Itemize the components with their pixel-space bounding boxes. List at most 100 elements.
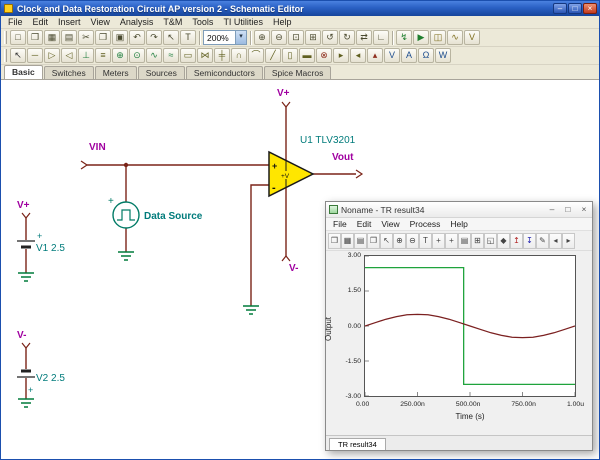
zoom-out-icon[interactable]: ⊖ [406, 233, 419, 249]
run-icon[interactable]: ▶ [413, 30, 429, 45]
zoom-in-icon[interactable]: ⊕ [254, 30, 270, 45]
resistor-icon[interactable]: ▭ [180, 48, 196, 63]
plot-window-control-icon-[interactable]: □ [560, 203, 576, 217]
plot-menu-help[interactable]: Help [445, 219, 472, 229]
v2-rail-label[interactable]: V- [17, 330, 26, 341]
spin-right-icon[interactable]: ▸ [562, 233, 575, 249]
pointer-icon[interactable]: ↖ [380, 233, 393, 249]
led-icon[interactable]: ▴ [367, 48, 383, 63]
menu-help[interactable]: Help [268, 17, 297, 27]
tab-switches[interactable]: Switches [44, 66, 94, 79]
relay-icon[interactable]: ▯ [282, 48, 298, 63]
window-control-icon-[interactable]: – [553, 3, 567, 14]
menu-tm[interactable]: T&M [158, 17, 187, 27]
open-file-icon[interactable]: ❒ [27, 30, 43, 45]
zoom-all-icon[interactable]: ⊡ [288, 30, 304, 45]
marker-icon[interactable]: ◆ [497, 233, 510, 249]
print-icon[interactable]: ▤ [61, 30, 77, 45]
voltage-generator-icon[interactable]: ∿ [146, 48, 162, 63]
multimeter-icon[interactable]: V [464, 30, 480, 45]
menu-view[interactable]: View [86, 17, 115, 27]
ohmmeter-icon[interactable]: Ω [418, 48, 434, 63]
rotate-right-icon[interactable]: ↻ [339, 30, 355, 45]
v1-rail-label[interactable]: V+ [17, 200, 30, 211]
chevron-down-icon[interactable]: ▾ [235, 31, 246, 44]
plot-menu-file[interactable]: File [328, 219, 352, 229]
wire-tool-icon[interactable]: ∟ [373, 30, 389, 45]
inductor-icon[interactable]: ∩ [231, 48, 247, 63]
fuse-icon[interactable]: ▬ [299, 48, 315, 63]
diode-icon[interactable]: ▸ [333, 48, 349, 63]
menu-file[interactable]: File [3, 17, 28, 27]
undo-icon[interactable]: ↶ [129, 30, 145, 45]
window-control-icon-[interactable]: × [583, 3, 597, 14]
input-pin-icon[interactable]: ▷ [44, 48, 60, 63]
vout-label[interactable]: Vout [332, 152, 354, 163]
zoom-out-icon[interactable]: ⊖ [271, 30, 287, 45]
arrow-up-icon[interactable]: ↥ [510, 233, 523, 249]
titlebar[interactable]: Clock and Data Restoration Circuit AP ve… [1, 1, 599, 16]
v1-value-label[interactable]: V1 2.5 [36, 243, 65, 254]
oscilloscope-icon[interactable]: ◫ [430, 30, 446, 45]
voltmeter-icon[interactable]: V [384, 48, 400, 63]
paste-icon[interactable]: ▣ [112, 30, 128, 45]
vin-label[interactable]: VIN [89, 142, 106, 153]
legend-icon[interactable]: ▤ [458, 233, 471, 249]
current-generator-icon[interactable]: ≈ [163, 48, 179, 63]
select-cursor-icon[interactable]: ↖ [163, 30, 179, 45]
zener-icon[interactable]: ◂ [350, 48, 366, 63]
wires[interactable] [26, 107, 356, 399]
output-pin-icon[interactable]: ◁ [61, 48, 77, 63]
rotate-left-icon[interactable]: ↺ [322, 30, 338, 45]
result-tab[interactable]: TR result34 [329, 438, 386, 450]
cut-icon[interactable]: ✂ [78, 30, 94, 45]
zoom-combo[interactable]: 200% ▾ [203, 30, 247, 45]
signal-analyzer-icon[interactable]: ∿ [447, 30, 463, 45]
battery-icon[interactable]: ≡ [95, 48, 111, 63]
opamp-symbol[interactable]: + - +V [269, 152, 313, 196]
data-source-symbol[interactable]: + [108, 196, 139, 228]
tab-basic[interactable]: Basic [4, 65, 43, 79]
plot-window-control-icon-[interactable]: – [544, 203, 560, 217]
axes-icon[interactable]: ⊞ [471, 233, 484, 249]
menu-tools[interactable]: Tools [187, 17, 218, 27]
cursor-icon[interactable]: ↖ [10, 48, 26, 63]
interactive-mode-icon[interactable]: ↯ [396, 30, 412, 45]
transformer-icon[interactable]: ⌒ [248, 48, 264, 63]
plot-menu-view[interactable]: View [376, 219, 404, 229]
capacitor-icon[interactable]: ╪ [214, 48, 230, 63]
window-control-icon-[interactable]: □ [568, 3, 582, 14]
mirror-icon[interactable]: ⇄ [356, 30, 372, 45]
wattmeter-icon[interactable]: W [435, 48, 451, 63]
switch-icon[interactable]: ╱ [265, 48, 281, 63]
opamp-ref-label[interactable]: U1 TLV3201 [300, 135, 356, 146]
voltage-source-icon[interactable]: ⊕ [112, 48, 128, 63]
copy-icon[interactable]: ❐ [95, 30, 111, 45]
grid-icon[interactable]: ⊞ [305, 30, 321, 45]
cursor-a-icon[interactable]: + [432, 233, 445, 249]
tab-semiconductors[interactable]: Semiconductors [186, 66, 263, 79]
menu-analysis[interactable]: Analysis [115, 17, 159, 27]
lamp-icon[interactable]: ⊗ [316, 48, 332, 63]
text-tool-icon[interactable]: T [419, 233, 432, 249]
v2-value-label[interactable]: V2 2.5 [36, 373, 65, 384]
toolbar-grip[interactable] [4, 31, 7, 44]
potentiometer-icon[interactable]: ⋈ [197, 48, 213, 63]
autoscale-icon[interactable]: ◱ [484, 233, 497, 249]
vplus-rail-label[interactable]: V+ [277, 88, 290, 99]
tab-meters[interactable]: Meters [95, 66, 137, 79]
ammeter-icon[interactable]: A [401, 48, 417, 63]
menu-edit[interactable]: Edit [28, 17, 54, 27]
save-file-icon[interactable]: ▦ [44, 30, 60, 45]
plot-window-control-icon-[interactable]: × [576, 203, 592, 217]
menu-insert[interactable]: Insert [53, 17, 86, 27]
ground-icon[interactable]: ⊥ [78, 48, 94, 63]
vminus-rail-label[interactable]: V- [289, 263, 298, 274]
pencil-icon[interactable]: ✎ [536, 233, 549, 249]
data-source-label[interactable]: Data Source [144, 211, 203, 222]
tab-spice-macros[interactable]: Spice Macros [264, 66, 332, 79]
arrow-down-icon[interactable]: ↧ [523, 233, 536, 249]
cursor-b-icon[interactable]: + [445, 233, 458, 249]
print-icon[interactable]: ▤ [354, 233, 367, 249]
spin-left-icon[interactable]: ◂ [549, 233, 562, 249]
